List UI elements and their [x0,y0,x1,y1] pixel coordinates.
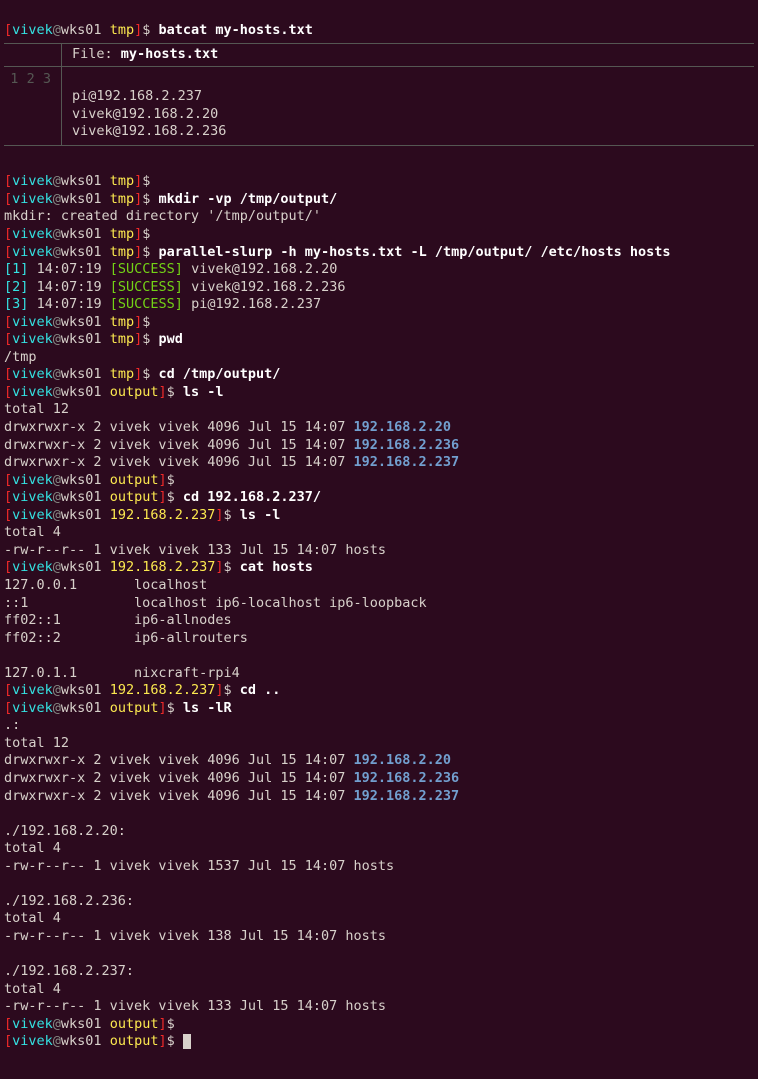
output-line: .: [4,717,20,733]
ls-row: -rw-r--r-- 1 vivek vivek 133 Jul 15 14:0… [4,998,386,1014]
file-name: my-hosts.txt [121,46,219,62]
output-line: total 4 [4,910,61,926]
output-line: total 4 [4,840,61,856]
bracket: ] [134,22,142,38]
hosts-line: ff02::2 ip6-allrouters [4,630,248,646]
output-line: /tmp [4,349,37,365]
ls-row: -rw-r--r-- 1 vivek vivek 1537 Jul 15 14:… [4,858,394,874]
lineno: 2 [27,71,35,87]
ls-row: -rw-r--r-- 1 vivek vivek 133 Jul 15 14:0… [4,542,386,558]
output-line: ./192.168.2.20: [4,823,126,839]
at: @ [53,22,61,38]
dir-name: 192.168.2.236 [354,437,460,453]
lineno: 1 [10,71,18,87]
bat-body: 1 2 3 pi@192.168.2.237 vivek@192.168.2.2… [4,67,754,146]
bracket: [ [4,22,12,38]
command: pwd [159,331,183,347]
dir-name: 192.168.2.237 [354,788,460,804]
cursor[interactable] [183,1034,191,1049]
output-line: total 12 [4,401,69,417]
prompt-cwd: tmp [110,22,134,38]
output-line: ./192.168.2.236: [4,893,134,909]
command: mkdir -vp /tmp/output/ [159,191,338,207]
hosts-line: ff02::1 ip6-allnodes [4,612,232,628]
terminal-output: [vivek@wks01 tmp]$ [vivek@wks01 tmp]$ mk… [4,156,754,1051]
command: parallel-slurp -h my-hosts.txt -L /tmp/o… [159,244,671,260]
command: batcat my-hosts.txt [159,22,313,38]
dir-name: 192.168.2.236 [354,770,460,786]
command: cd /tmp/output/ [159,366,281,382]
output-line: mkdir: created directory '/tmp/output/' [4,208,321,224]
dir-name: 192.168.2.237 [354,454,460,470]
file-label: File: [72,46,113,62]
command: cat hosts [240,559,313,575]
hosts-line: ::1 localhost ip6-localhost ip6-loopback [4,595,427,611]
output-line: total 4 [4,524,61,540]
command: ls -l [240,507,281,523]
file-line: vivek@192.168.2.236 [72,123,226,139]
command: cd .. [240,682,281,698]
bat-header: File: my-hosts.txt [4,43,754,67]
dir-name: 192.168.2.20 [354,419,452,435]
output-line: total 4 [4,981,61,997]
hosts-line: 127.0.0.1 localhost [4,577,207,593]
lineno: 3 [43,71,51,87]
prompt-user: vivek [12,22,53,38]
terminal-output: [vivek@wks01 tmp]$ batcat my-hosts.txt [4,4,754,39]
command: cd 192.168.2.237/ [183,489,321,505]
file-line: vivek@192.168.2.20 [72,106,218,122]
output-line: total 12 [4,735,69,751]
output-line: ./192.168.2.237: [4,963,134,979]
dir-name: 192.168.2.20 [354,752,452,768]
status-success: SUCCESS [118,261,175,277]
hosts-line: 127.0.1.1 nixcraft-rpi4 [4,665,240,681]
ls-row: drwxrwxr-x 2 vivek vivek 4096 Jul 15 14:… [4,419,354,435]
ls-row: -rw-r--r-- 1 vivek vivek 138 Jul 15 14:0… [4,928,386,944]
file-line: pi@192.168.2.237 [72,88,202,104]
command: ls -l [183,384,224,400]
dollar: $ [142,22,158,38]
prompt-host: wks01 [61,22,102,38]
command: ls -lR [183,700,232,716]
